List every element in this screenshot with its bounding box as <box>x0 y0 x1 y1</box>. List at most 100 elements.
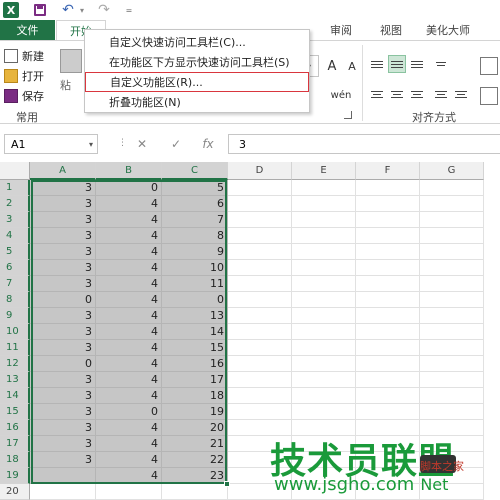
table-cell[interactable]: 22 <box>162 452 228 468</box>
formula-bar-grip-icon[interactable]: ⋮ <box>118 138 127 148</box>
tab-file[interactable]: 文件 <box>0 20 55 40</box>
shrink-font-button[interactable]: A <box>343 55 361 77</box>
table-cell[interactable] <box>420 260 484 276</box>
table-cell[interactable] <box>228 180 292 196</box>
table-cell[interactable]: 4 <box>96 292 162 308</box>
table-cell[interactable] <box>292 260 356 276</box>
table-cell[interactable] <box>228 292 292 308</box>
table-cell[interactable]: 16 <box>162 356 228 372</box>
table-cell[interactable] <box>292 244 356 260</box>
table-cell[interactable]: 13 <box>162 308 228 324</box>
table-cell[interactable] <box>356 324 420 340</box>
table-cell[interactable]: 9 <box>162 244 228 260</box>
table-cell[interactable]: 0 <box>96 180 162 196</box>
menu-item-customize-quick-access[interactable]: 自定义快速访问工具栏(C)... <box>85 32 309 52</box>
table-cell[interactable] <box>228 372 292 388</box>
table-cell[interactable] <box>228 356 292 372</box>
table-cell[interactable]: 3 <box>30 436 96 452</box>
table-cell[interactable] <box>162 484 228 500</box>
table-cell[interactable] <box>420 276 484 292</box>
column-header-f[interactable]: F <box>356 162 420 180</box>
table-cell[interactable] <box>292 340 356 356</box>
tab-beautify[interactable]: 美化大师 <box>426 20 470 40</box>
table-cell[interactable]: 3 <box>30 420 96 436</box>
decrease-indent-button[interactable] <box>432 85 450 103</box>
merge-center-icon[interactable] <box>480 87 498 105</box>
table-cell[interactable]: 4 <box>96 468 162 484</box>
table-cell[interactable] <box>292 180 356 196</box>
table-cell[interactable] <box>228 260 292 276</box>
table-cell[interactable] <box>30 484 96 500</box>
table-cell[interactable] <box>292 388 356 404</box>
column-header-e[interactable]: E <box>292 162 356 180</box>
chevron-down-icon[interactable]: ▾ <box>89 140 93 149</box>
table-cell[interactable]: 6 <box>162 196 228 212</box>
row-header[interactable]: 3 <box>0 212 30 228</box>
table-cell[interactable]: 0 <box>96 404 162 420</box>
table-cell[interactable] <box>292 372 356 388</box>
table-cell[interactable]: 3 <box>30 308 96 324</box>
table-cell[interactable] <box>420 404 484 420</box>
table-cell[interactable]: 4 <box>96 228 162 244</box>
table-cell[interactable] <box>356 196 420 212</box>
table-cell[interactable]: 10 <box>162 260 228 276</box>
table-cell[interactable]: 4 <box>96 340 162 356</box>
row-header[interactable]: 12 <box>0 356 30 372</box>
column-header-a[interactable]: A <box>30 162 96 180</box>
confirm-entry-button[interactable]: ✓ <box>166 134 186 154</box>
column-header-g[interactable]: G <box>420 162 484 180</box>
column-header-b[interactable]: B <box>96 162 162 180</box>
table-cell[interactable] <box>356 180 420 196</box>
row-header[interactable]: 15 <box>0 404 30 420</box>
row-header[interactable]: 7 <box>0 276 30 292</box>
table-cell[interactable]: 0 <box>30 356 96 372</box>
table-cell[interactable] <box>228 196 292 212</box>
table-cell[interactable] <box>228 276 292 292</box>
table-cell[interactable]: 3 <box>30 340 96 356</box>
table-cell[interactable] <box>228 228 292 244</box>
table-cell[interactable] <box>356 372 420 388</box>
open-button[interactable]: 打开 <box>4 67 44 85</box>
table-cell[interactable]: 23 <box>162 468 228 484</box>
row-header[interactable]: 1 <box>0 180 30 196</box>
table-cell[interactable]: 3 <box>30 228 96 244</box>
table-cell[interactable]: 11 <box>162 276 228 292</box>
row-header[interactable]: 2 <box>0 196 30 212</box>
row-header[interactable]: 17 <box>0 436 30 452</box>
table-cell[interactable] <box>420 244 484 260</box>
table-cell[interactable]: 4 <box>96 388 162 404</box>
table-cell[interactable] <box>420 308 484 324</box>
row-header[interactable]: 13 <box>0 372 30 388</box>
table-cell[interactable]: 3 <box>30 212 96 228</box>
row-header[interactable]: 11 <box>0 340 30 356</box>
row-header[interactable]: 6 <box>0 260 30 276</box>
name-box[interactable]: A1 ▾ <box>4 134 98 154</box>
table-cell[interactable] <box>292 324 356 340</box>
table-cell[interactable]: 7 <box>162 212 228 228</box>
row-header[interactable]: 20 <box>0 484 30 500</box>
table-cell[interactable] <box>356 404 420 420</box>
cancel-entry-button[interactable]: ✕ <box>132 134 152 154</box>
menu-item-customize-ribbon[interactable]: 自定义功能区(R)... <box>85 72 309 92</box>
table-cell[interactable]: 3 <box>30 260 96 276</box>
undo-button[interactable]: ↶ <box>60 2 76 18</box>
table-cell[interactable] <box>356 244 420 260</box>
tab-review[interactable]: 审阅 <box>330 20 352 40</box>
table-cell[interactable]: 4 <box>96 452 162 468</box>
table-cell[interactable]: 4 <box>96 420 162 436</box>
align-middle-button[interactable] <box>388 55 406 73</box>
wrap-text-icon[interactable] <box>480 57 498 75</box>
table-cell[interactable]: 4 <box>96 324 162 340</box>
table-cell[interactable]: 15 <box>162 340 228 356</box>
increase-indent-button[interactable] <box>452 85 470 103</box>
tab-view[interactable]: 视图 <box>380 20 402 40</box>
table-cell[interactable] <box>420 212 484 228</box>
quick-save-button[interactable] <box>32 2 48 18</box>
menu-item-collapse-ribbon[interactable]: 折叠功能区(N) <box>85 92 309 112</box>
row-header[interactable]: 10 <box>0 324 30 340</box>
table-cell[interactable]: 8 <box>162 228 228 244</box>
table-cell[interactable] <box>356 276 420 292</box>
table-cell[interactable] <box>356 388 420 404</box>
table-cell[interactable] <box>356 228 420 244</box>
table-cell[interactable]: 5 <box>162 180 228 196</box>
